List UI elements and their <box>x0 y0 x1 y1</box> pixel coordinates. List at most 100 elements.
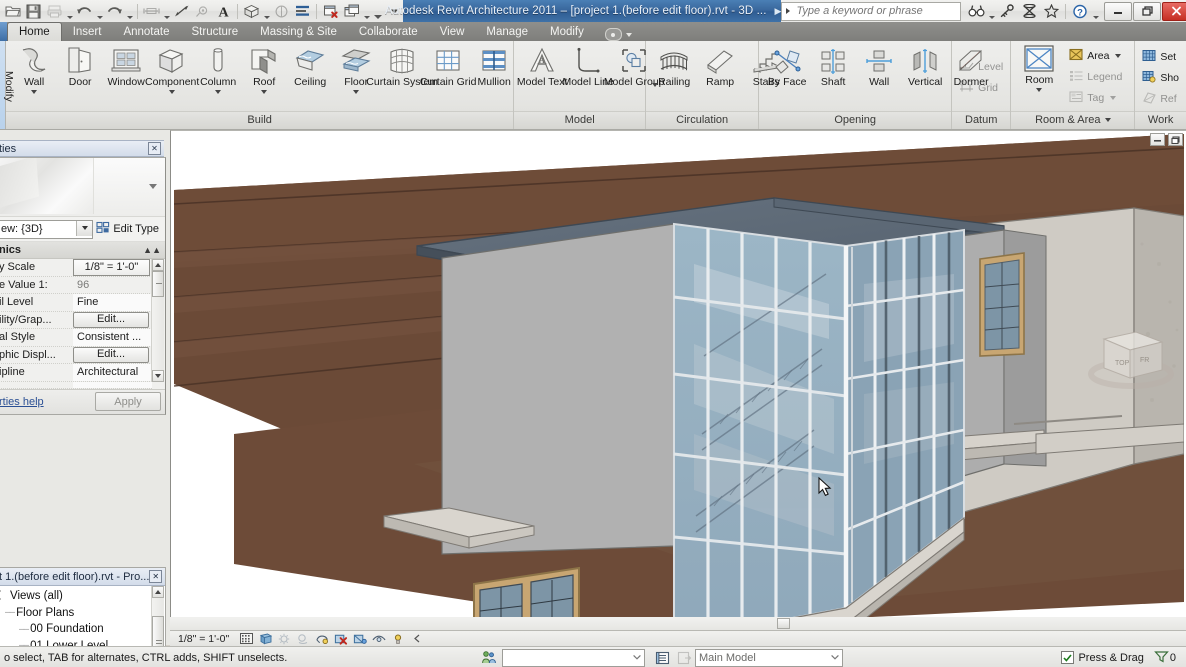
room-area-title-caret[interactable] <box>1104 118 1111 123</box>
thin-lines-icon[interactable] <box>292 1 313 21</box>
default-3d-view-icon[interactable] <box>241 1 262 21</box>
detail-level-icon[interactable] <box>239 632 253 645</box>
properties-scrollbar[interactable] <box>151 259 164 382</box>
section-icon[interactable] <box>271 1 292 21</box>
save-icon[interactable] <box>23 1 44 21</box>
design-option-combo-caret[interactable] <box>828 651 841 663</box>
show-crop-region-icon[interactable] <box>353 632 367 645</box>
show-work-plane-button[interactable]: Sho <box>1138 68 1183 87</box>
tab-structure[interactable]: Structure <box>181 22 250 41</box>
aligned-dimension-icon[interactable] <box>171 1 192 21</box>
browser-scroll-up[interactable] <box>152 586 164 598</box>
quick-access-toolbar[interactable]: A <box>0 0 385 22</box>
property-value[interactable]: Fine <box>73 294 152 311</box>
exclude-options-icon[interactable] <box>673 651 695 665</box>
property-value-edit-button[interactable]: Edit... <box>73 346 149 363</box>
wall-button[interactable]: Wall <box>11 45 57 94</box>
qat-customize-caret[interactable] <box>371 0 385 24</box>
mullion-button[interactable]: Mullion <box>471 45 517 89</box>
ramp-button[interactable]: Ramp <box>697 45 743 89</box>
search-input[interactable] <box>794 5 961 17</box>
legend-button[interactable]: Legend <box>1065 67 1126 86</box>
press-and-drag-checkbox[interactable] <box>1061 651 1075 664</box>
level-button[interactable]: Level <box>955 58 1007 77</box>
view-horizontal-scrollbar[interactable] <box>170 617 1186 630</box>
ceiling-button[interactable]: Ceiling <box>287 45 333 89</box>
view3d-dropdown-caret[interactable] <box>262 0 271 24</box>
project-browser-close-icon[interactable]: ✕ <box>149 570 162 583</box>
properties-close-icon[interactable]: ✕ <box>148 142 161 155</box>
property-row-view-scale[interactable]: y Scale 1/8" = 1'-0" <box>0 258 152 277</box>
switch-windows-icon[interactable] <box>341 1 362 21</box>
wall-dropdown-caret[interactable] <box>31 89 38 94</box>
properties-group-header[interactable]: nics ▲▲ <box>0 242 165 259</box>
workset-combo-caret[interactable] <box>630 651 643 663</box>
drawing-area[interactable]: TOP FR <box>170 130 1186 631</box>
ribbon-state-pill[interactable] <box>604 28 622 41</box>
area-dropdown-caret[interactable] <box>1115 53 1122 58</box>
apply-button[interactable]: Apply <box>95 392 161 411</box>
model-canvas[interactable]: TOP FR <box>174 134 1184 628</box>
title-right-caret[interactable]: ▶ <box>775 6 782 17</box>
text-icon[interactable]: A <box>213 1 234 21</box>
restore-button[interactable] <box>1133 1 1162 21</box>
worksets-icon[interactable] <box>476 650 502 665</box>
tab-manage[interactable]: Manage <box>475 22 539 41</box>
print-icon[interactable] <box>44 1 65 21</box>
window-button[interactable]: Window <box>103 45 149 89</box>
curtain-grid-button[interactable]: Curtain Grid <box>420 45 476 89</box>
tree-node-views-all[interactable]: Views (all) <box>0 588 152 605</box>
view-minimize-button[interactable] <box>1150 133 1165 146</box>
property-value[interactable]: 1/8" = 1'-0" <box>73 258 150 276</box>
search-dropdown-caret[interactable] <box>987 0 996 24</box>
search-binoculars-icon[interactable] <box>965 1 987 21</box>
view-restore-button[interactable] <box>1168 133 1183 146</box>
type-selector-combo[interactable]: ew: {3D} <box>0 219 94 239</box>
filter-funnel-icon[interactable] <box>1154 650 1169 666</box>
view-hscroll-thumb[interactable] <box>777 618 790 629</box>
search-history-caret[interactable] <box>782 8 794 14</box>
undo-dropdown-caret[interactable] <box>95 0 104 24</box>
property-value-edit-button[interactable]: Edit... <box>73 311 149 328</box>
rendering-dialog-icon[interactable] <box>315 632 329 645</box>
roof-button[interactable]: Roof <box>241 45 287 94</box>
room-dropdown-caret[interactable] <box>1036 87 1043 92</box>
properties-palette[interactable]: ew: {3D} Edit Type nics ▲▲ y Scale 1/8" … <box>0 157 166 415</box>
type-selector-caret[interactable] <box>76 220 93 236</box>
room-button[interactable]: Room <box>1016 43 1062 92</box>
property-row-visibility-graphics[interactable]: ility/Grap... Edit... <box>0 311 152 329</box>
properties-scroll-thumb[interactable] <box>152 271 164 297</box>
area-tag-dropdown-caret[interactable] <box>1110 95 1117 100</box>
shaft-opening-button[interactable]: Shaft <box>810 45 856 89</box>
tab-annotate[interactable]: Annotate <box>112 22 180 41</box>
tree-node-00-foundation[interactable]: ‒‒ 00 Foundation <box>0 621 152 638</box>
grid-button[interactable]: Grid <box>955 79 1007 98</box>
view-window-controls[interactable] <box>1150 133 1183 146</box>
property-row-scale-value[interactable]: e Value 1: 96 <box>0 276 152 294</box>
tab-modify[interactable]: Modify <box>539 22 595 41</box>
properties-scroll-up[interactable] <box>152 259 164 271</box>
ref-plane-button[interactable]: Ref <box>1138 89 1183 108</box>
door-button[interactable]: Door <box>57 45 103 89</box>
tree-node-floor-plans[interactable]: ‒‒ Floor Plans <box>0 605 152 622</box>
property-row-visual-style[interactable]: al Style Consistent ... <box>0 329 152 347</box>
close-hidden-windows-icon[interactable] <box>320 1 341 21</box>
subscription-key-icon[interactable] <box>996 1 1018 21</box>
vertical-opening-button[interactable]: Vertical <box>902 45 948 89</box>
railing-button[interactable]: Railing <box>651 45 697 89</box>
minimize-button[interactable] <box>1104 1 1133 21</box>
properties-scroll-down[interactable] <box>152 370 164 382</box>
communication-center-icon[interactable] <box>1018 1 1040 21</box>
component-dropdown-caret[interactable] <box>169 89 176 94</box>
help-dropdown-caret[interactable] <box>1091 0 1100 24</box>
ribbon-tab-bar[interactable]: Home Insert Annotate Structure Massing &… <box>0 22 1186 41</box>
model-text-button[interactable]: A Model Text <box>517 45 567 89</box>
visual-style-icon[interactable] <box>258 632 273 645</box>
set-work-plane-button[interactable]: Set <box>1138 47 1183 66</box>
favorites-star-icon[interactable] <box>1040 1 1062 21</box>
measure-icon[interactable] <box>141 1 162 21</box>
opening-by-face-button[interactable]: By Face <box>764 45 810 89</box>
tab-massing-and-site[interactable]: Massing & Site <box>249 22 348 41</box>
switch-windows-dropdown-caret[interactable] <box>362 0 371 24</box>
area-button[interactable]: Area <box>1065 46 1126 65</box>
